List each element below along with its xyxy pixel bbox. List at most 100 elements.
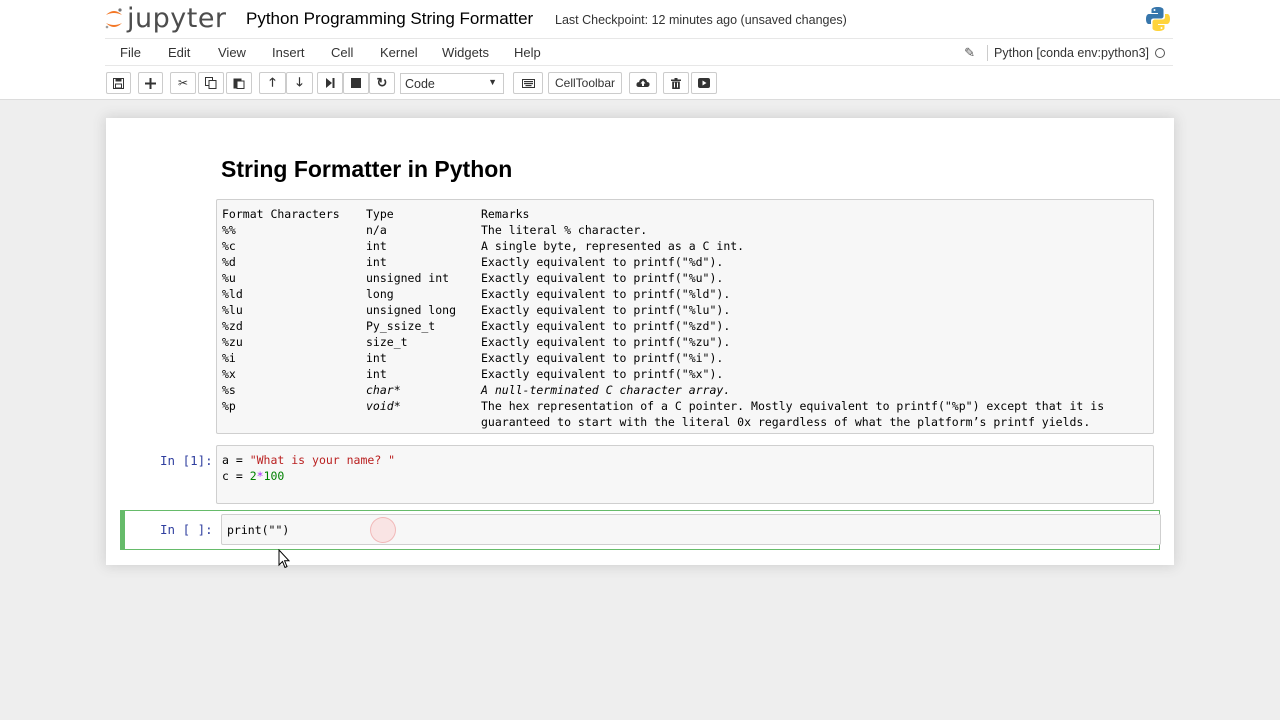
table-header: Type	[366, 207, 394, 221]
table-cell: %c	[222, 239, 236, 253]
code-line: c = 2*100	[222, 468, 284, 484]
table-cell: unsigned long	[366, 303, 457, 317]
table-cell: unsigned int	[366, 271, 450, 285]
table-cell: long	[366, 287, 394, 301]
code-token: c =	[222, 469, 250, 483]
table-cell: A null-terminated C character array.	[481, 383, 731, 397]
caret-down-icon: ▼	[488, 77, 497, 87]
format-table-block[interactable]: Format Characters Type Remarks %% n/a The …	[216, 199, 1154, 434]
active-cell[interactable]: In [ ]: print("")	[120, 510, 1161, 550]
celltoolbar-button[interactable]: CellToolbar	[548, 72, 622, 94]
refresh-icon: ↻	[376, 75, 388, 90]
table-cell: A single byte, represented as a C int.	[481, 239, 745, 253]
run-cell-button[interactable]	[317, 72, 343, 94]
notebook-name[interactable]: Python Programming String Formatter	[246, 9, 533, 29]
move-cell-up-button[interactable]: 🡑	[259, 72, 286, 94]
code-cell-input[interactable]: a = "What is your name? " c = 2*100	[216, 445, 1154, 504]
arrow-down-icon: 🡓	[296, 74, 303, 89]
table-cell: %zd	[222, 319, 243, 333]
paste-button[interactable]	[226, 72, 252, 94]
table-header: Remarks	[481, 207, 530, 221]
table-cell: Exactly equivalent to printf("%lu").	[481, 303, 731, 317]
table-cell: %i	[222, 351, 236, 365]
kernel-idle-circle-icon	[1155, 48, 1165, 58]
code-line: a = "What is your name? "	[222, 452, 395, 468]
table-cell: Exactly equivalent to printf("%zd").	[481, 319, 731, 333]
cell-prompt: In [ ]:	[160, 522, 213, 537]
cloud-upload-icon	[636, 78, 650, 87]
table-cell: Exactly equivalent to printf("%zu").	[481, 335, 731, 349]
table-cell: void*	[366, 399, 401, 413]
menu-edit[interactable]: Edit	[168, 45, 190, 60]
restart-kernel-button[interactable]: ↻	[369, 72, 395, 94]
table-cell: size_t	[366, 335, 408, 349]
copy-icon	[205, 77, 217, 89]
jupyter-logo-text: jupyter	[127, 3, 227, 34]
video-icon	[698, 78, 710, 88]
arrow-up-icon: 🡑	[269, 74, 276, 89]
jupyter-logo-icon	[105, 8, 122, 29]
table-cell: int	[366, 367, 387, 381]
stop-icon	[351, 78, 361, 88]
video-button[interactable]	[691, 72, 717, 94]
table-header-row: Format Characters Type Remarks	[222, 206, 529, 222]
table-cell: int	[366, 255, 387, 269]
table-cell: The hex representation of a C pointer. M…	[481, 399, 1105, 413]
python-logo-icon	[1145, 6, 1171, 37]
table-cell: Exactly equivalent to printf("%ld").	[481, 287, 731, 301]
paste-icon	[233, 78, 245, 89]
cut-button[interactable]: ✂	[170, 72, 196, 94]
scissors-icon: ✂	[177, 76, 189, 90]
command-palette-button[interactable]	[513, 72, 543, 94]
copy-button[interactable]	[198, 72, 224, 94]
menu-file[interactable]: File	[120, 45, 141, 60]
interrupt-kernel-button[interactable]	[343, 72, 369, 94]
click-highlight	[370, 517, 396, 543]
move-cell-down-button[interactable]: 🡓	[286, 72, 313, 94]
table-cell: Exactly equivalent to printf("%x").	[481, 367, 724, 381]
table-cell: int	[366, 239, 387, 253]
menu-help[interactable]: Help	[514, 45, 541, 60]
table-header: Format Characters	[222, 207, 340, 221]
cell-type-select[interactable]: Code ▼	[400, 73, 504, 94]
mouse-pointer-icon	[278, 548, 291, 574]
trash-button[interactable]	[663, 72, 689, 94]
table-cell: n/a	[366, 223, 387, 237]
table-cell: %p	[222, 399, 236, 413]
menu-cell[interactable]: Cell	[331, 45, 353, 60]
table-cell: %x	[222, 367, 236, 381]
number-literal: 100	[263, 469, 285, 483]
table-cell: Py_ssize_t	[366, 319, 436, 333]
menu-kernel[interactable]: Kernel	[380, 45, 418, 60]
checkpoint-status: Last Checkpoint: 12 minutes ago (unsaved…	[555, 13, 847, 27]
notebook-container: String Formatter in Python Format Charac…	[106, 118, 1174, 565]
table-cell: Exactly equivalent to printf("%i").	[481, 351, 724, 365]
code-cell-input[interactable]: print("")	[221, 514, 1161, 545]
cloud-upload-button[interactable]	[629, 72, 657, 94]
edit-mode-pencil-icon: ✎	[964, 45, 976, 60]
kernel-name[interactable]: Python [conda env:python3]	[994, 46, 1149, 60]
table-cell: %%	[222, 223, 236, 237]
table-cell: %zu	[222, 335, 243, 349]
cell-type-value: Code	[405, 77, 435, 91]
string-literal: "What is your name? "	[249, 453, 396, 467]
number-literal: 2	[249, 469, 257, 483]
table-cell: %d	[222, 255, 236, 269]
jupyter-logo[interactable]: jupyter	[104, 4, 227, 34]
code-line: print("")	[227, 523, 290, 537]
table-cell: %ld	[222, 287, 243, 301]
trash-icon	[671, 77, 681, 89]
step-forward-icon	[326, 78, 335, 88]
keyboard-icon	[521, 78, 535, 88]
markdown-heading: String Formatter in Python	[221, 156, 513, 182]
table-cell: int	[366, 351, 387, 365]
table-cell: %lu	[222, 303, 243, 317]
menu-insert[interactable]: Insert	[272, 45, 305, 60]
menu-widgets[interactable]: Widgets	[442, 45, 489, 60]
menu-bar: File Edit View Insert Cell Kernel Widget…	[105, 38, 1173, 66]
menu-view[interactable]: View	[218, 45, 246, 60]
table-cell: Exactly equivalent to printf("%d").	[481, 255, 724, 269]
save-button[interactable]	[106, 72, 131, 94]
insert-cell-below-button[interactable]	[138, 72, 163, 94]
table-cell: The literal % character.	[481, 223, 648, 237]
